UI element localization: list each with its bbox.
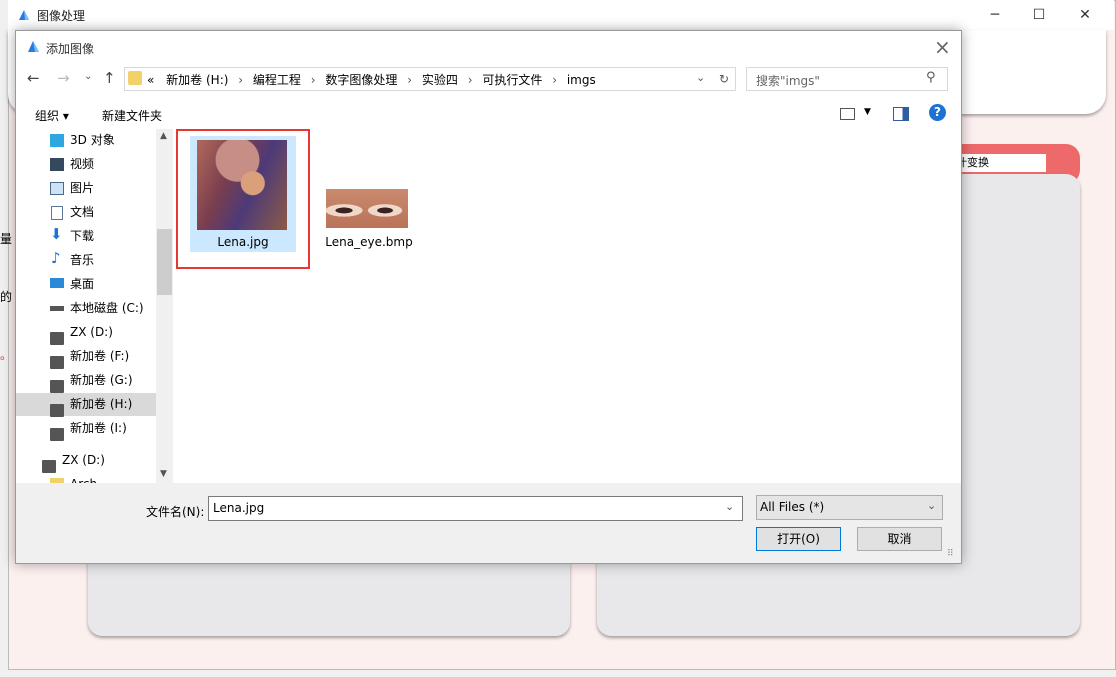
resize-grip-icon[interactable]: ⠿: [947, 549, 954, 559]
breadcrumb-item[interactable]: imgs: [567, 73, 596, 87]
nav-item-drive-c[interactable]: 本地磁盘 (C:): [16, 297, 156, 320]
breadcrumb-overflow[interactable]: «: [147, 73, 154, 87]
search-box[interactable]: 搜索"imgs" ⚲: [746, 67, 948, 91]
scroll-up-icon[interactable]: ▲: [160, 131, 167, 141]
documents-icon: [51, 206, 63, 220]
file-name: Lena.jpg: [217, 235, 269, 249]
nav-item-drive-g[interactable]: 新加卷 (G:): [16, 369, 156, 393]
refresh-button[interactable]: ↻: [713, 67, 736, 91]
nav-item-desktop[interactable]: 桌面: [16, 273, 156, 296]
dialog-close-button[interactable]: ×: [934, 35, 951, 59]
nav-item-folder-cutoff[interactable]: Arch...: [16, 473, 156, 483]
cancel-button[interactable]: 取消: [857, 527, 942, 551]
maximize-button[interactable]: ☐: [1016, 0, 1062, 30]
nav-item-documents[interactable]: 文档: [16, 201, 156, 224]
organize-button[interactable]: 组织 ▾: [35, 107, 69, 124]
recent-dropdown-icon[interactable]: ⌄: [84, 71, 92, 82]
left-edge-fragment: 。: [0, 348, 13, 362]
file-type-filter[interactable]: All Files (*) ⌄: [756, 495, 943, 520]
left-image-panel: [88, 552, 570, 636]
filter-selected: All Files (*): [760, 500, 825, 514]
drive-icon: [50, 356, 64, 369]
pictures-icon: [50, 182, 64, 195]
nav-scrollbar[interactable]: ▲ ▼: [156, 129, 173, 483]
video-icon: [50, 158, 64, 171]
dialog-footer: 文件名(N): Lena.jpg ⌄ All Files (*) ⌄ 打开(O)…: [16, 483, 961, 563]
music-icon: ♪: [51, 249, 61, 267]
file-name: Lena_eye.bmp: [325, 235, 413, 249]
breadcrumb-item[interactable]: 可执行文件: [482, 73, 542, 87]
folder-icon: [128, 71, 142, 85]
nav-item-pictures[interactable]: 图片: [16, 177, 156, 200]
filename-label: 文件名(N):: [146, 505, 205, 519]
nav-item-network-drive-d[interactable]: ZX (D:): [16, 449, 156, 473]
navigation-pane: 3D 对象 视频 图片 文档 ⬇ 下载 ♪ 音乐 桌面 本地磁盘 (C:) ZX…: [16, 129, 173, 483]
nav-item-drive-f[interactable]: 新加卷 (F:): [16, 345, 156, 369]
right-panel-tab: 叶变换: [950, 154, 1046, 172]
lena-eye-thumbnail: [326, 189, 408, 228]
file-list: Lena.jpg Lena_eye.bmp: [173, 129, 961, 483]
filename-input[interactable]: Lena.jpg: [213, 501, 264, 515]
breadcrumb-item[interactable]: 新加卷 (H:): [166, 73, 228, 87]
preview-pane-icon[interactable]: [893, 107, 909, 121]
dialog-title: 添加图像: [46, 42, 95, 56]
search-icon: ⚲: [926, 70, 936, 85]
address-dropdown-icon[interactable]: ⌄: [696, 71, 705, 84]
drive-icon: [50, 380, 64, 393]
view-options-icon[interactable]: [840, 108, 855, 120]
breadcrumb: « 新加卷 (H:) › 编程工程 › 数字图像处理 › 实验四 › 可执行文件…: [147, 73, 596, 87]
left-edge-fragment: 的: [0, 290, 13, 304]
help-icon[interactable]: ?: [929, 104, 946, 121]
nav-item-drive-d[interactable]: ZX (D:): [16, 321, 156, 345]
dialog-logo-icon: [27, 40, 40, 56]
forward-arrow-icon[interactable]: →: [57, 69, 70, 87]
left-edge-fragment: 量: [0, 232, 13, 246]
search-input[interactable]: 搜索"imgs": [756, 72, 820, 89]
nav-item-downloads[interactable]: ⬇ 下载: [16, 225, 156, 248]
address-bar[interactable]: « 新加卷 (H:) › 编程工程 › 数字图像处理 › 实验四 › 可执行文件…: [124, 67, 736, 91]
nav-item-drive-h[interactable]: 新加卷 (H:): [16, 393, 156, 417]
os-drive-icon: [50, 306, 64, 311]
new-folder-button[interactable]: 新建文件夹: [102, 107, 162, 124]
view-dropdown-icon[interactable]: ▼: [864, 107, 871, 117]
3d-objects-icon: [50, 134, 64, 147]
add-image-dialog: 添加图像 × ← → ⌄ ↑ « 新加卷 (H:) › 编程工程 › 数字图像处…: [15, 30, 962, 564]
nav-item-drive-i[interactable]: 新加卷 (I:): [16, 417, 156, 441]
drive-icon: [50, 404, 64, 417]
scroll-down-icon[interactable]: ▼: [160, 469, 167, 479]
drive-icon: [42, 460, 56, 473]
background-window-title: 图像处理: [37, 9, 86, 23]
chevron-down-icon[interactable]: ⌄: [725, 500, 734, 513]
background-titlebar: [8, 0, 1114, 30]
scroll-thumb[interactable]: [157, 229, 172, 295]
breadcrumb-item[interactable]: 编程工程: [253, 73, 301, 87]
command-toolbar: 组织 ▾ 新建文件夹 ▼ ?: [16, 99, 961, 129]
breadcrumb-item[interactable]: 实验四: [422, 73, 458, 87]
download-icon: ⬇: [50, 225, 63, 243]
nav-item-3d-objects[interactable]: 3D 对象: [16, 129, 156, 152]
desktop-icon: [50, 278, 64, 288]
drive-icon: [50, 428, 64, 441]
minimize-button[interactable]: ─: [972, 0, 1018, 30]
breadcrumb-item[interactable]: 数字图像处理: [325, 73, 397, 87]
close-window-button[interactable]: ✕: [1062, 0, 1108, 30]
nav-item-videos[interactable]: 视频: [16, 153, 156, 176]
up-arrow-icon[interactable]: ↑: [103, 69, 116, 87]
drive-icon: [50, 332, 64, 345]
file-item[interactable]: Lena.jpg: [190, 136, 296, 252]
nav-item-music[interactable]: ♪ 音乐: [16, 249, 156, 272]
back-arrow-icon[interactable]: ←: [27, 69, 40, 87]
chevron-down-icon: ⌄: [927, 499, 937, 512]
lena-thumbnail: [197, 140, 287, 230]
open-button[interactable]: 打开(O): [756, 527, 841, 551]
app-logo-icon: [17, 8, 31, 25]
filename-field[interactable]: Lena.jpg ⌄: [208, 496, 743, 521]
file-item[interactable]: Lena_eye.bmp: [324, 189, 414, 253]
